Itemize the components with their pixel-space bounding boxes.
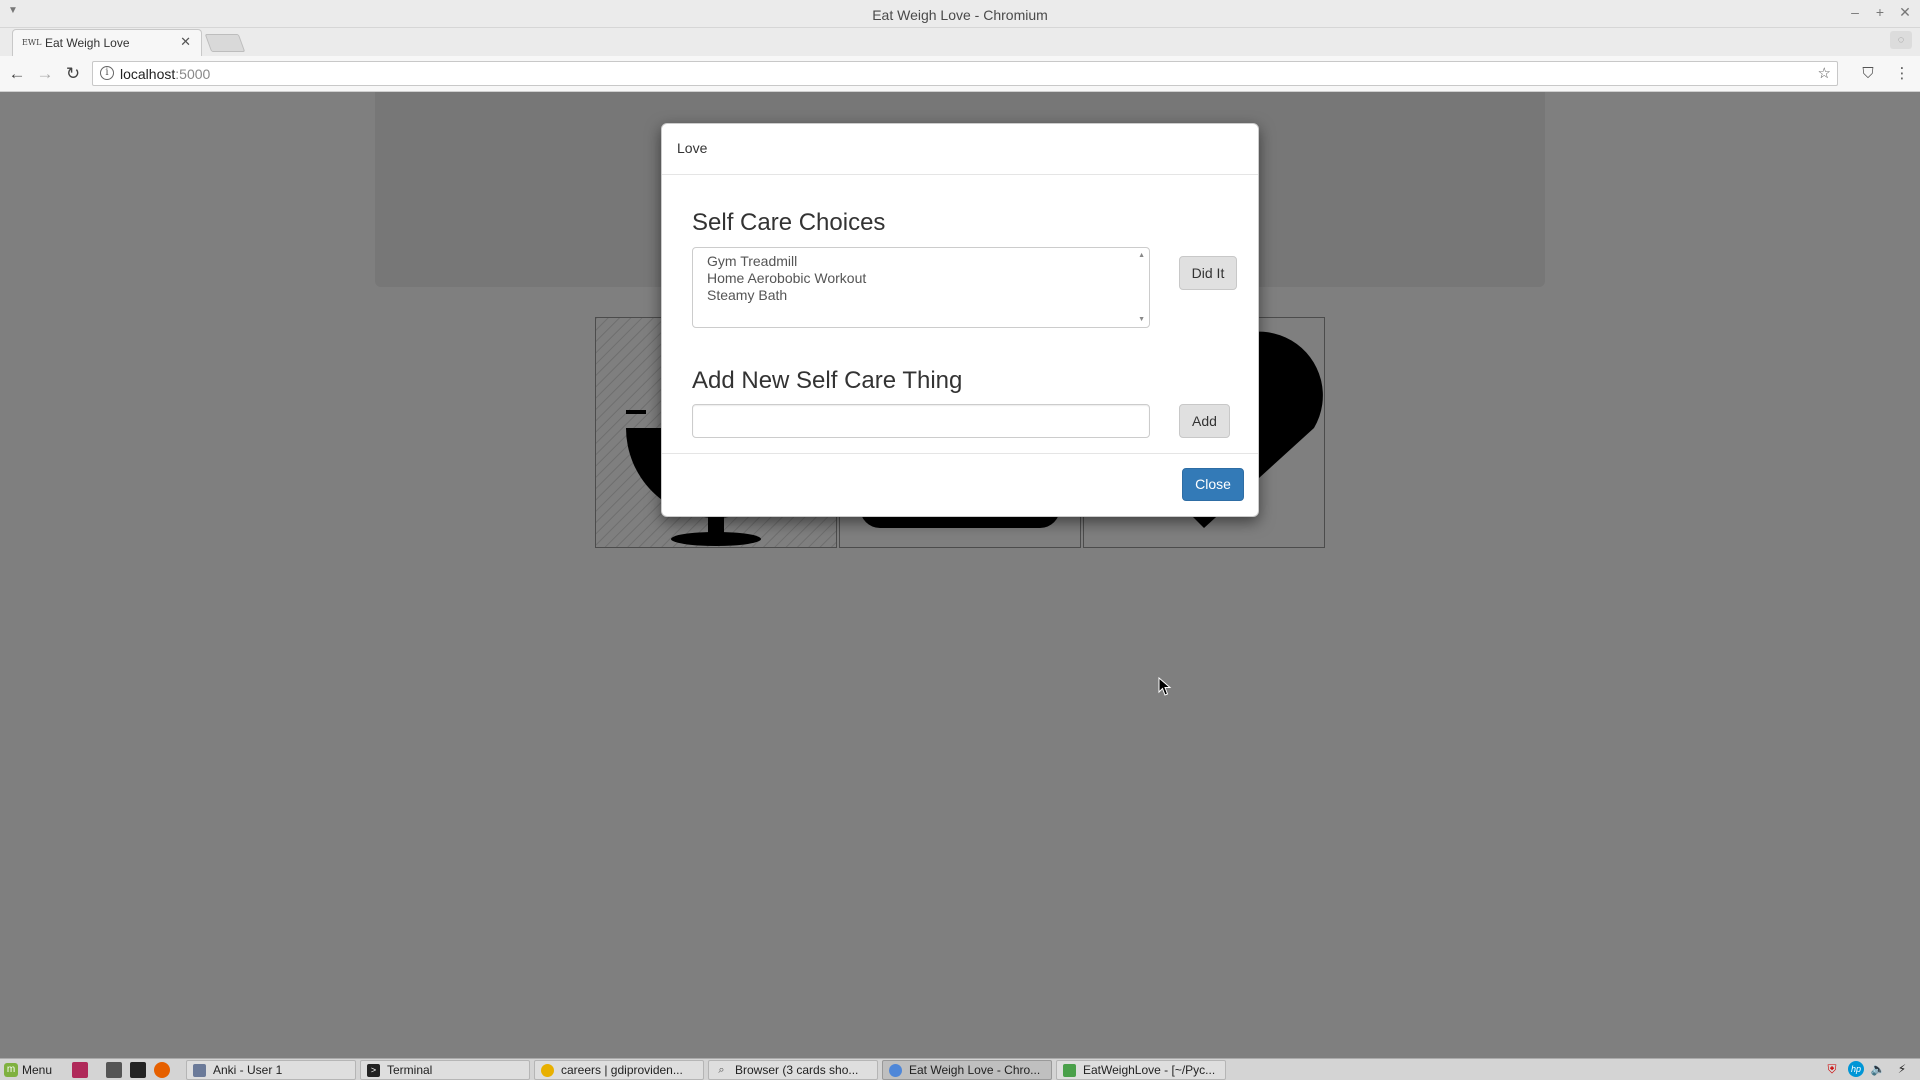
profile-icon[interactable]: ◌ xyxy=(1890,31,1912,49)
window-title: Eat Weigh Love - Chromium xyxy=(872,7,1048,23)
modal-title: Love xyxy=(677,140,708,156)
new-self-care-input[interactable] xyxy=(692,404,1150,438)
choice-option[interactable]: Home Aerobobic Workout xyxy=(707,270,1135,287)
show-desktop-icon[interactable] xyxy=(106,1062,122,1078)
minimize-button[interactable]: – xyxy=(1846,4,1864,20)
task-label: Eat Weigh Love - Chro... xyxy=(909,1063,1041,1077)
extension-shield-icon[interactable]: ⛉ xyxy=(1858,64,1878,84)
task-label: Terminal xyxy=(387,1063,433,1077)
search-icon: ⌕ xyxy=(718,1064,725,1076)
pycharm-icon xyxy=(1063,1064,1076,1077)
task-label: careers | gdiproviden... xyxy=(561,1063,683,1077)
love-modal: Love Self Care Choices Gym Treadmill Hom… xyxy=(661,123,1259,517)
reload-icon[interactable]: ↻ xyxy=(62,63,84,85)
choice-option[interactable]: Gym Treadmill xyxy=(707,253,1135,270)
new-tab-button[interactable] xyxy=(204,34,246,52)
task-careers[interactable]: careers | gdiproviden... xyxy=(534,1060,704,1080)
add-heading: Add New Self Care Thing xyxy=(692,367,963,394)
modal-header: Love xyxy=(662,124,1258,175)
address-bar[interactable]: i localhost:5000 ☆ xyxy=(92,61,1838,86)
start-menu-button[interactable]: m Menu xyxy=(2,1061,56,1079)
terminal-launch-icon[interactable] xyxy=(130,1062,146,1078)
volume-icon[interactable]: 🔈 xyxy=(1870,1061,1886,1077)
bookmark-star-icon[interactable]: ☆ xyxy=(1818,64,1831,82)
task-label: Anki - User 1 xyxy=(213,1063,283,1077)
window-titlebar: ▼ Eat Weigh Love - Chromium – + ✕ xyxy=(0,0,1920,28)
url-text[interactable]: localhost:5000 xyxy=(120,66,210,82)
task-terminal[interactable]: > Terminal xyxy=(360,1060,530,1080)
taskbar: m Menu Anki - User 1 > Terminal careers … xyxy=(0,1058,1920,1080)
quick-launch-icon[interactable] xyxy=(72,1062,88,1078)
browser-toolbar: ← → ↻ i localhost:5000 ☆ ⛉ ⋮ xyxy=(0,56,1920,92)
add-button[interactable]: Add xyxy=(1179,404,1230,438)
close-window-button[interactable]: ✕ xyxy=(1896,4,1914,21)
network-icon[interactable]: ⚡ xyxy=(1894,1061,1910,1077)
task-pycharm[interactable]: EatWeighLove - [~/Pyc... xyxy=(1056,1060,1226,1080)
choice-option[interactable]: Steamy Bath xyxy=(707,287,1135,304)
tab-strip: EWL Eat Weigh Love ✕ ◌ xyxy=(0,28,1920,56)
tab-title: Eat Weigh Love xyxy=(45,36,130,50)
did-it-button[interactable]: Did It xyxy=(1179,256,1237,290)
modal-body: Self Care Choices Gym Treadmill Home Aer… xyxy=(662,175,1258,454)
url-port: :5000 xyxy=(175,66,211,82)
site-info-icon[interactable]: i xyxy=(100,66,114,80)
ewl-favicon-icon: EWL xyxy=(22,38,42,47)
task-label: Browser (3 cards sho... xyxy=(735,1063,859,1077)
anki-icon xyxy=(193,1064,206,1077)
chromium-icon xyxy=(889,1064,902,1077)
browser-menu-icon[interactable]: ⋮ xyxy=(1892,64,1912,84)
task-label: EatWeighLove - [~/Pyc... xyxy=(1083,1063,1216,1077)
firefox-launch-icon[interactable] xyxy=(154,1062,170,1078)
choices-heading: Self Care Choices xyxy=(692,209,886,236)
update-shield-icon[interactable]: ⛨ xyxy=(1824,1061,1840,1077)
forward-icon[interactable]: → xyxy=(34,63,56,85)
mouse-cursor-icon xyxy=(1158,677,1172,696)
back-icon[interactable]: ← xyxy=(6,63,28,85)
maximize-button[interactable]: + xyxy=(1871,4,1889,20)
task-eat-weigh-love[interactable]: Eat Weigh Love - Chro... xyxy=(882,1060,1052,1080)
terminal-icon: > xyxy=(367,1064,380,1077)
hp-icon[interactable]: hp xyxy=(1848,1061,1864,1077)
tab-close-icon[interactable]: ✕ xyxy=(180,34,191,50)
close-button[interactable]: Close xyxy=(1182,468,1244,501)
scroll-down-icon[interactable]: ▼ xyxy=(1138,316,1145,323)
url-host: localhost xyxy=(120,66,176,82)
scroll-up-icon[interactable]: ▲ xyxy=(1138,252,1145,259)
tab-eat-weigh-love[interactable]: EWL Eat Weigh Love ✕ xyxy=(12,29,202,56)
task-browser[interactable]: ⌕ Browser (3 cards sho... xyxy=(708,1060,878,1080)
start-menu-label: Menu xyxy=(22,1063,53,1077)
mint-logo-icon: m xyxy=(4,1063,18,1077)
chrome-icon xyxy=(541,1064,554,1077)
self-care-choices-list[interactable]: Gym Treadmill Home Aerobobic Workout Ste… xyxy=(692,247,1150,328)
task-anki[interactable]: Anki - User 1 xyxy=(186,1060,356,1080)
